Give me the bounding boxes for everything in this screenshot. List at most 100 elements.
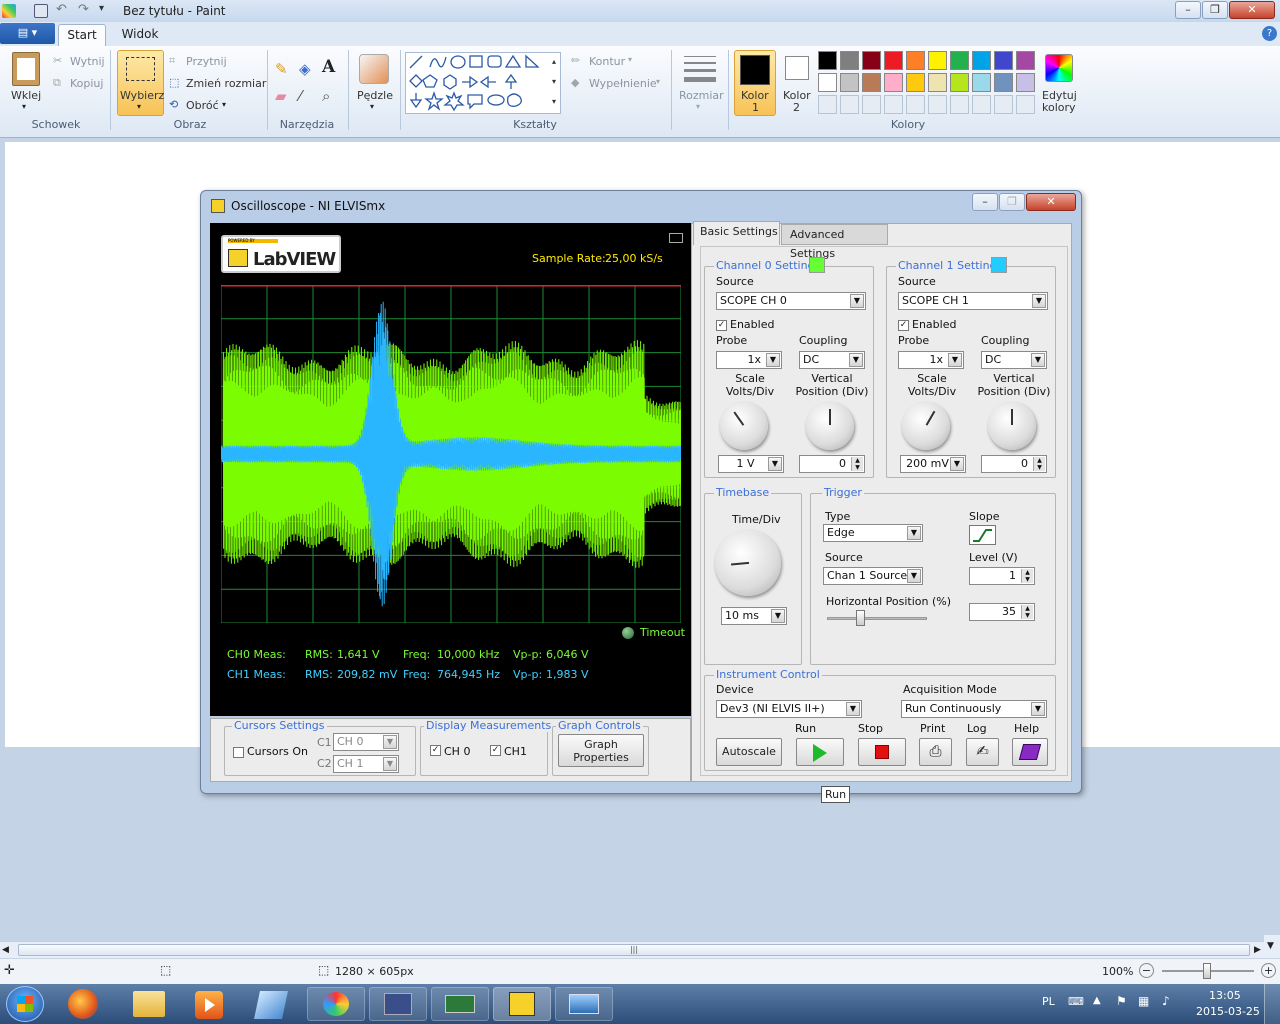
select-button[interactable]: Wybierz: [120, 89, 164, 102]
graph-properties-button[interactable]: Graph Properties: [558, 734, 644, 767]
taskbar-paint[interactable]: [307, 987, 365, 1021]
c1-select[interactable]: CH 0 ▼: [333, 733, 399, 751]
color-swatch[interactable]: [884, 95, 903, 114]
scroll-right-icon[interactable]: ▶: [1254, 945, 1261, 955]
c0-source-select[interactable]: SCOPE CH 0 ▼: [716, 292, 866, 310]
horizontal-position-input[interactable]: 35 ▲ ▼: [969, 603, 1035, 621]
taskbar-elvis-launcher[interactable]: [369, 987, 427, 1021]
shapes-scroll[interactable]: ▴ ▾ ▾: [552, 52, 562, 114]
time-div-knob[interactable]: [715, 530, 781, 596]
paste-dropdown-icon[interactable]: ▾: [22, 102, 26, 111]
size-icon[interactable]: [684, 56, 716, 82]
horizontal-position-slider-thumb[interactable]: [856, 610, 865, 626]
stop-button[interactable]: [858, 738, 906, 766]
explorer-icon[interactable]: [133, 991, 165, 1017]
stepper-icon[interactable]: ▲ ▼: [1021, 605, 1033, 619]
stepper-icon[interactable]: ▲ ▼: [1033, 457, 1045, 471]
trigger-level-input[interactable]: 1 ▲ ▼: [969, 567, 1035, 585]
language-indicator[interactable]: PL: [1042, 995, 1055, 1008]
autoscale-button[interactable]: Autoscale: [716, 738, 782, 766]
redo-icon[interactable]: ↷: [78, 2, 89, 17]
zoom-out-button[interactable]: −: [1139, 963, 1154, 978]
tray-expand-icon[interactable]: ▲: [1093, 995, 1101, 1006]
c1-coupling-select[interactable]: DC ▼: [981, 351, 1047, 369]
help-icon[interactable]: ?: [1262, 26, 1277, 41]
rotate-button[interactable]: Obróć: [186, 99, 219, 112]
stepper-icon[interactable]: ▲ ▼: [1021, 569, 1033, 583]
color-swatch[interactable]: [928, 51, 947, 70]
volume-icon[interactable]: ♪: [1162, 994, 1170, 1008]
scroll-left-icon[interactable]: ◀: [2, 945, 9, 955]
fill-shape-button[interactable]: Wypełnienie: [589, 77, 657, 90]
size-dropdown-icon[interactable]: ▾: [696, 102, 700, 111]
tab-advanced-settings[interactable]: Advanced Settings: [781, 224, 888, 260]
color-swatch[interactable]: [884, 73, 903, 92]
minimize-button[interactable]: –: [1175, 1, 1201, 19]
text-icon[interactable]: A: [322, 57, 335, 77]
color-swatch[interactable]: [906, 95, 925, 114]
acquisition-mode-select[interactable]: Run Continuously ▼: [901, 700, 1047, 718]
color-swatch[interactable]: [906, 73, 925, 92]
copy-button[interactable]: Kopiuj: [70, 77, 103, 90]
color-swatch[interactable]: [818, 73, 837, 92]
stepper-icon[interactable]: ▲ ▼: [851, 457, 863, 471]
c0-probe-select[interactable]: 1x ▼: [716, 351, 782, 369]
shapes-gallery[interactable]: [405, 52, 561, 114]
c1-vertical-input[interactable]: 0 ▲ ▼: [981, 455, 1047, 473]
clock-date[interactable]: 2015-03-25: [1196, 1005, 1260, 1018]
cursors-on-checkbox[interactable]: [233, 747, 244, 758]
waveform-graph[interactable]: [221, 285, 681, 623]
outline-button[interactable]: Kontur: [589, 55, 625, 68]
keyboard-icon[interactable]: ⌨: [1068, 995, 1084, 1008]
magnifier-icon[interactable]: ⌕: [322, 87, 330, 105]
color-swatch[interactable]: [1016, 51, 1035, 70]
c0-enabled-checkbox[interactable]: ✓: [716, 320, 727, 331]
color-swatch[interactable]: [840, 95, 859, 114]
network-status-icon[interactable]: ▦: [1138, 994, 1149, 1008]
color-swatch[interactable]: [928, 95, 947, 114]
c1-scale-select[interactable]: 200 mV ▼: [900, 455, 966, 473]
brushes-button[interactable]: Pędzle: [357, 89, 393, 102]
ch1-display-checkbox[interactable]: ✓: [490, 745, 501, 756]
tab-start[interactable]: Start: [58, 24, 106, 46]
color-swatch[interactable]: [994, 51, 1013, 70]
color-swatch[interactable]: [884, 51, 903, 70]
fill-shape-dropdown-icon[interactable]: ▾: [656, 77, 660, 86]
save-icon[interactable]: [34, 4, 48, 18]
cut-button[interactable]: Wytnij: [70, 55, 105, 68]
crop-button[interactable]: Przytnij: [186, 55, 227, 68]
color-picker-icon[interactable]: ⁄: [299, 87, 302, 105]
color-swatch[interactable]: [840, 51, 859, 70]
color-swatch[interactable]: [950, 51, 969, 70]
run-button[interactable]: [796, 738, 844, 766]
trigger-source-select[interactable]: Chan 1 Source ▼: [823, 567, 923, 585]
paste-icon[interactable]: [12, 52, 40, 86]
print-button[interactable]: ⎙: [919, 738, 952, 766]
pencil-icon[interactable]: ✎: [275, 60, 288, 78]
app-icon[interactable]: [254, 991, 288, 1019]
color-swatch[interactable]: [972, 51, 991, 70]
color-swatch[interactable]: [1016, 95, 1035, 114]
start-button[interactable]: [6, 986, 44, 1022]
edit-colors-icon[interactable]: [1045, 54, 1073, 82]
edit-colors-label-2[interactable]: kolory: [1042, 101, 1076, 114]
color-swatch[interactable]: [840, 73, 859, 92]
fill-icon[interactable]: ◈: [299, 60, 311, 78]
osc-minimize-button[interactable]: –: [972, 193, 998, 211]
color-swatch[interactable]: [950, 95, 969, 114]
brushes-icon[interactable]: [359, 54, 389, 84]
undo-icon[interactable]: ↶: [56, 2, 67, 17]
c1-source-select[interactable]: SCOPE CH 1 ▼: [898, 292, 1048, 310]
c1-vertical-knob[interactable]: [988, 402, 1036, 450]
time-div-select[interactable]: 10 ms ▼: [721, 607, 787, 625]
maximize-button[interactable]: ❐: [1202, 1, 1228, 19]
color-swatch[interactable]: [862, 95, 881, 114]
rotate-dropdown-icon[interactable]: ▾: [222, 100, 226, 109]
horizontal-position-track[interactable]: [827, 617, 927, 620]
taskbar-ni-app[interactable]: [431, 987, 489, 1021]
c1-scale-knob[interactable]: [902, 402, 950, 450]
zoom-slider-thumb[interactable]: [1203, 963, 1211, 979]
size-button[interactable]: Rozmiar: [679, 89, 724, 102]
paste-button[interactable]: Wklej: [11, 89, 41, 102]
osc-maximize-button[interactable]: ❐: [999, 193, 1025, 211]
